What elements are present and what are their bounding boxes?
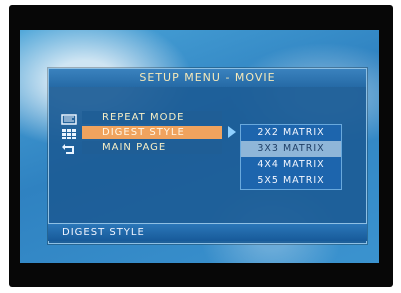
status-text: DIGEST STYLE xyxy=(62,227,145,238)
menu-item-digest-style[interactable]: DIGEST STYLE xyxy=(82,126,222,139)
repeat-icon xyxy=(61,113,77,125)
submenu-option-2x2[interactable]: 2X2 MATRIX xyxy=(241,125,341,141)
menu-item-main-page[interactable]: MAIN PAGE xyxy=(82,141,222,154)
menu-title: SETUP MENU - MOVIE xyxy=(49,69,366,87)
status-bar: DIGEST STYLE xyxy=(48,223,367,241)
submenu-option-3x3[interactable]: 3X3 MATRIX xyxy=(241,141,341,157)
submenu-option-5x5[interactable]: 5X5 MATRIX xyxy=(241,173,341,189)
menu-item-repeat-mode[interactable]: REPEAT MODE xyxy=(82,111,222,124)
submenu-arrow-icon xyxy=(228,126,236,138)
grid-icon xyxy=(61,128,77,140)
submenu-option-4x4[interactable]: 4X4 MATRIX xyxy=(241,157,341,173)
return-icon xyxy=(61,143,77,155)
digest-style-submenu: 2X2 MATRIX 3X3 MATRIX 4X4 MATRIX 5X5 MAT… xyxy=(240,124,342,190)
